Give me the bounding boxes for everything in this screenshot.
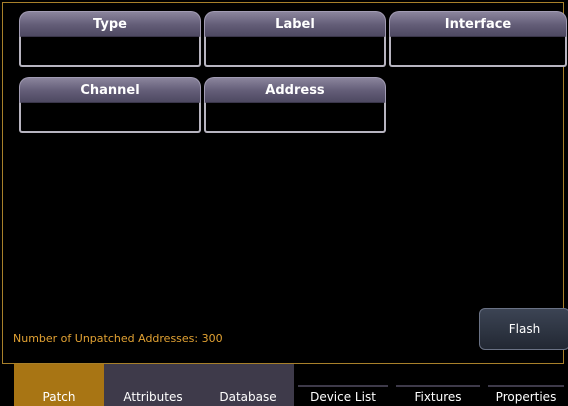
interface-field-label: Interface — [389, 11, 567, 36]
channel-field[interactable]: Channel — [19, 77, 201, 133]
address-field-label: Address — [204, 77, 386, 102]
tab-attributes[interactable]: Attributes — [104, 364, 202, 406]
patch-panel: Type Label Interface Channel Address Num… — [2, 2, 568, 364]
type-field-label: Type — [19, 11, 201, 36]
channel-field-value[interactable] — [19, 102, 201, 133]
flash-button[interactable]: Flash — [479, 308, 568, 350]
tab-properties[interactable]: Properties — [484, 364, 568, 406]
tab-patch[interactable]: Patch — [14, 364, 104, 406]
address-field[interactable]: Address — [204, 77, 386, 133]
tab-device-list[interactable]: Device List — [294, 364, 392, 406]
type-field-value[interactable] — [19, 36, 201, 67]
tab-fixtures[interactable]: Fixtures — [392, 364, 484, 406]
channel-field-label: Channel — [19, 77, 201, 102]
interface-field-value[interactable] — [389, 36, 567, 67]
interface-field[interactable]: Interface — [389, 11, 567, 67]
label-field-label: Label — [204, 11, 386, 36]
tab-database[interactable]: Database — [202, 364, 294, 406]
unpatched-addresses-status: Number of Unpatched Addresses: 300 — [13, 332, 223, 345]
tab-bar: Patch Attributes Database Device List Fi… — [0, 364, 568, 406]
label-field-value[interactable] — [204, 36, 386, 67]
label-field[interactable]: Label — [204, 11, 386, 67]
type-field[interactable]: Type — [19, 11, 201, 67]
address-field-value[interactable] — [204, 102, 386, 133]
